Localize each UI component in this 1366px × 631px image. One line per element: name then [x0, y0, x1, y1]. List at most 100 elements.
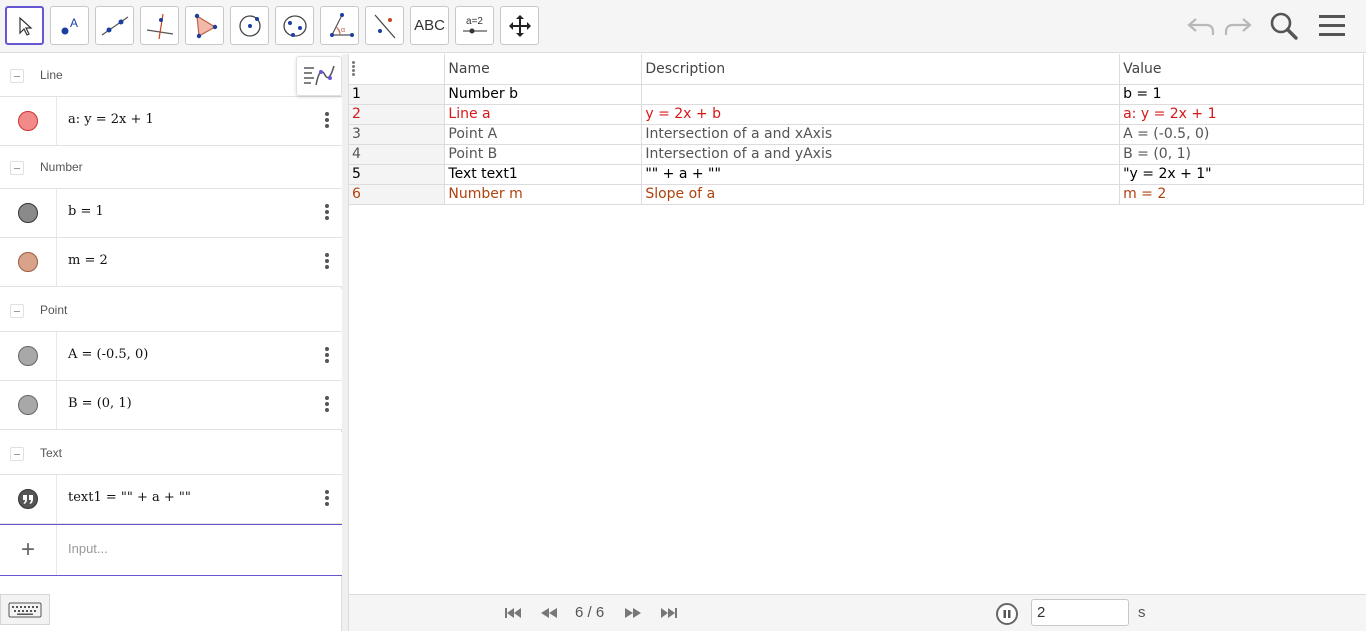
group-label: Number — [40, 160, 83, 174]
value-cell: B = (0, 1) — [1119, 144, 1364, 165]
algebra-item-text[interactable]: a: y = 2x + 1 — [68, 112, 154, 127]
group-label: Line — [40, 68, 63, 82]
search-button[interactable] — [1268, 10, 1300, 42]
polygon-tool-button[interactable] — [185, 6, 224, 45]
last-step-button[interactable] — [658, 604, 680, 622]
undo-button[interactable] — [1185, 10, 1217, 42]
point-tool-button[interactable]: A — [50, 6, 89, 45]
more-options-icon[interactable] — [318, 345, 336, 367]
keyboard-button[interactable] — [0, 594, 50, 625]
table-row[interactable]: 4 Point B Intersection of a and yAxis B = (… — [349, 144, 1364, 165]
header-description[interactable]: Description — [641, 54, 1121, 85]
perpendicular-tool-button[interactable] — [140, 6, 179, 45]
algebra-item-line-a[interactable]: a: y = 2x + 1 — [0, 97, 342, 146]
text-tool-button[interactable]: ABC — [410, 6, 449, 45]
table-row[interactable]: 5 Text text1 "" + a + "" "y = 2x + 1" — [349, 164, 1364, 185]
description-cell — [641, 84, 1121, 105]
algebra-item-point-b[interactable]: B = (0, 1) — [0, 381, 342, 430]
more-options-icon[interactable] — [318, 251, 336, 273]
table-row[interactable]: 2 Line ay = 2x + b a: y = 2x + 1 — [349, 104, 1364, 125]
point-icon: A — [61, 16, 78, 34]
move-graphics-tool-button[interactable] — [500, 6, 539, 45]
text-tool-label: ABC — [414, 17, 445, 34]
toolbar: A α ABC a=2 — [0, 0, 1366, 53]
visibility-marble-icon[interactable] — [18, 346, 38, 366]
perpendicular-line-icon — [146, 13, 173, 39]
slider-tool-label: a=2 — [466, 16, 483, 27]
algebra-item-point-a[interactable]: A = (-0.5, 0) — [0, 332, 342, 381]
visibility-marble-icon[interactable] — [18, 395, 38, 415]
angle-icon: α — [329, 12, 354, 37]
description-cell: Slope of a — [641, 184, 1121, 205]
algebra-item-text[interactable]: text1 = "" + a + "" — [68, 490, 191, 505]
collapse-icon[interactable] — [10, 161, 24, 175]
next-step-button[interactable] — [622, 604, 644, 622]
table-row[interactable]: 1 Number b b = 1 — [349, 84, 1364, 105]
play-pause-button[interactable] — [996, 603, 1018, 625]
algebra-input-field[interactable] — [68, 541, 328, 556]
circle-center-icon — [238, 14, 261, 37]
step-number-cell: 6 — [349, 184, 446, 205]
skip-first-icon — [505, 608, 521, 618]
first-step-button[interactable] — [502, 604, 524, 622]
algebra-item-number-m[interactable]: m = 2 — [0, 238, 342, 287]
table-row[interactable]: 3 Point A Intersection of a and xAxis A = (… — [349, 124, 1364, 145]
group-header-text[interactable]: Text — [0, 432, 342, 475]
slider-tool-button[interactable]: a=2 — [455, 6, 494, 45]
reflect-tool-button[interactable] — [365, 6, 404, 45]
collapse-icon[interactable] — [10, 447, 24, 461]
algebra-item-text1[interactable]: text1 = "" + a + "" — [0, 475, 342, 524]
move-arrows-icon — [508, 14, 531, 37]
group-header-line[interactable]: Line — [0, 54, 342, 97]
algebra-item-text[interactable]: b = 1 — [68, 204, 104, 219]
previous-step-button[interactable] — [538, 604, 560, 622]
algebra-item-text[interactable]: A = (-0.5, 0) — [68, 347, 148, 362]
quote-marble-icon[interactable] — [18, 489, 38, 509]
delay-seconds-input[interactable] — [1031, 599, 1129, 626]
algebra-view-style-button[interactable] — [296, 56, 342, 96]
visibility-marble-icon[interactable] — [18, 111, 38, 131]
group-header-number[interactable]: Number — [0, 146, 342, 189]
column-options-handle[interactable] — [349, 54, 446, 85]
visibility-marble-icon[interactable] — [18, 252, 38, 272]
line-tool-button[interactable] — [95, 6, 134, 45]
rewind-icon — [541, 608, 557, 618]
algebra-item-text[interactable]: m = 2 — [68, 253, 108, 268]
more-options-icon[interactable] — [318, 202, 336, 224]
menu-button[interactable] — [1316, 10, 1348, 42]
value-cell: b = 1 — [1119, 84, 1364, 105]
name-cell: Line a — [444, 104, 643, 125]
step-number-cell: 2 — [349, 104, 446, 125]
angle-tool-button[interactable]: α — [320, 6, 359, 45]
algebra-item-number-b[interactable]: b = 1 — [0, 189, 342, 238]
header-value[interactable]: Value — [1119, 54, 1364, 85]
add-icon[interactable]: + — [0, 525, 57, 575]
drag-handle-icon[interactable] — [352, 60, 356, 77]
construction-protocol: Name Description Value 1 Number bb = 1 2 Li… — [349, 54, 1364, 594]
header-name[interactable]: Name — [444, 54, 643, 85]
redo-button[interactable] — [1222, 10, 1254, 42]
more-options-icon[interactable] — [318, 110, 336, 132]
circle-tool-button[interactable] — [230, 6, 269, 45]
value-cell: a: y = 2x + 1 — [1119, 104, 1364, 125]
description-cell: Intersection of a and xAxis — [641, 124, 1121, 145]
collapse-icon[interactable] — [10, 304, 24, 318]
group-header-point[interactable]: Point — [0, 289, 342, 332]
algebra-input-row: + — [0, 524, 342, 576]
visibility-marble-icon[interactable] — [18, 203, 38, 223]
skip-last-icon — [661, 608, 677, 618]
marble-cell — [0, 238, 57, 286]
move-tool-button[interactable] — [5, 6, 44, 45]
ellipse-tool-button[interactable] — [275, 6, 314, 45]
algebra-item-text[interactable]: B = (0, 1) — [68, 396, 132, 411]
marble-cell — [0, 475, 57, 523]
slider-icon — [462, 28, 487, 34]
marble-cell — [0, 189, 57, 237]
more-options-icon[interactable] — [318, 394, 336, 416]
group-label: Point — [40, 303, 68, 317]
table-row[interactable]: 6 Number m Slope of am = 2 — [349, 184, 1364, 205]
panel-divider[interactable] — [342, 54, 349, 631]
collapse-icon[interactable] — [10, 69, 24, 83]
hamburger-menu-icon — [1319, 15, 1345, 36]
more-options-icon[interactable] — [318, 488, 336, 510]
